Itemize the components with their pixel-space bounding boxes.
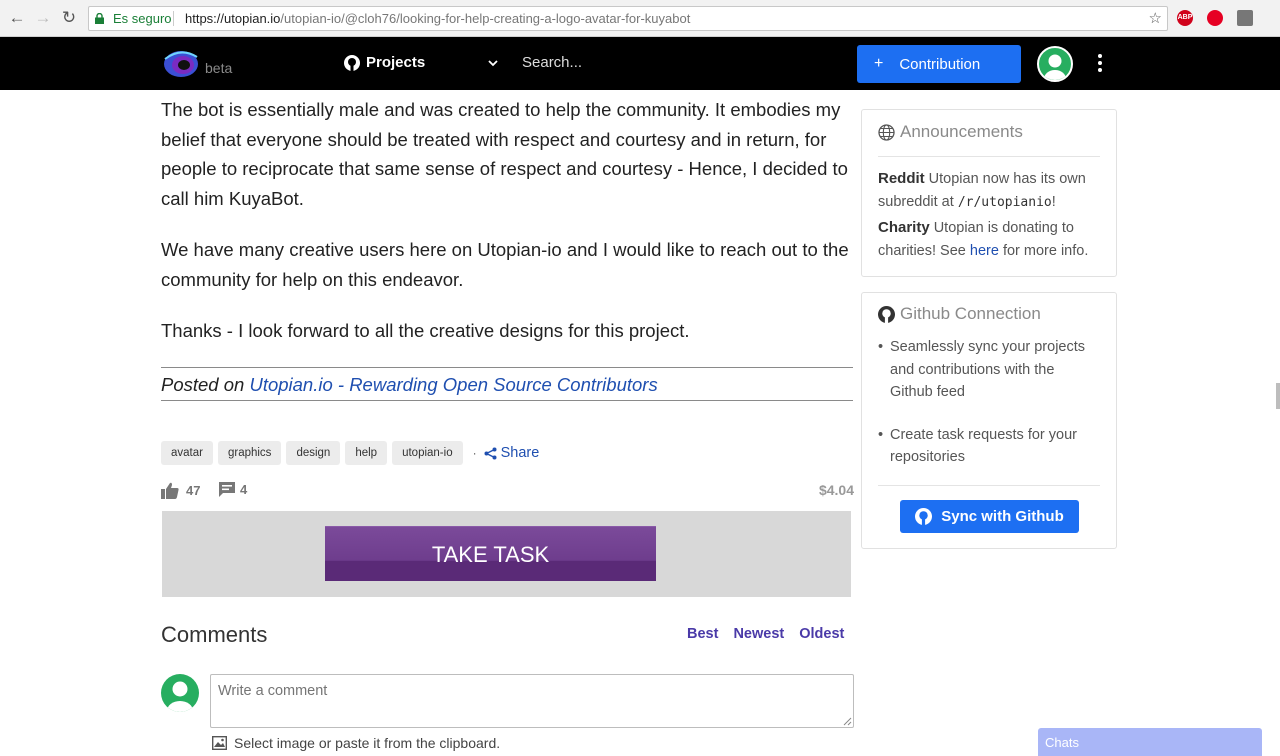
tag-graphics[interactable]: graphics — [217, 441, 282, 465]
contribution-button[interactable]: + Contribution — [857, 45, 1021, 83]
contribution-label: Contribution — [899, 55, 981, 73]
share-icon — [484, 447, 497, 459]
plus-icon: + — [874, 55, 884, 72]
share-button[interactable]: Share — [484, 445, 539, 461]
chats-tab[interactable]: Chats — [1038, 728, 1262, 756]
back-icon[interactable]: ← — [8, 9, 26, 27]
projects-label: Projects — [366, 54, 426, 71]
utopian-logo-icon[interactable] — [161, 47, 203, 81]
scrollbar-thumb[interactable] — [1276, 383, 1280, 409]
forward-icon[interactable]: → — [34, 9, 52, 27]
bookmark-star-icon[interactable]: ☆ — [1149, 7, 1162, 30]
tag-separator: · — [472, 446, 477, 460]
secure-label: Es seguro — [113, 11, 172, 26]
thumbs-up-icon — [161, 482, 179, 499]
article-paragraph: The bot is essentially male and was crea… — [161, 99, 848, 209]
reload-icon[interactable]: ↻ — [60, 9, 78, 27]
sort-oldest[interactable]: Oldest — [799, 626, 844, 642]
github-icon — [915, 508, 933, 525]
commenter-avatar — [161, 674, 199, 712]
comment-icon — [219, 482, 235, 497]
post-stats: 47 4 $4.04 — [161, 482, 855, 504]
tag-help[interactable]: help — [345, 441, 388, 465]
sync-github-button[interactable]: Sync with Github — [900, 500, 1079, 533]
image-upload-hint[interactable]: Select image or paste it from the clipbo… — [212, 735, 500, 751]
github-connection-card: Github Connection Seamlessly sync your p… — [861, 292, 1117, 549]
tag-design[interactable]: design — [286, 441, 341, 465]
projects-menu[interactable]: Projects — [344, 54, 425, 71]
article-paragraph: Thanks - I look forward to all the creat… — [161, 320, 690, 341]
article-body: The bot is essentially male and was crea… — [161, 95, 855, 368]
more-options-icon[interactable] — [1097, 54, 1103, 74]
chevron-down-icon[interactable] — [487, 57, 499, 69]
sort-newest[interactable]: Newest — [733, 626, 784, 642]
image-icon — [212, 736, 227, 750]
comment-count[interactable]: 4 — [219, 482, 247, 497]
list-item: Create task requests for your repositori… — [878, 424, 1100, 469]
resize-handle-icon[interactable] — [843, 717, 852, 726]
address-bar[interactable]: Es seguro https://utopian.io/utopian-io/… — [88, 6, 1168, 31]
comment-sort-tabs: Best Newest Oldest — [687, 626, 844, 642]
tag-utopian-io[interactable]: utopian-io — [392, 441, 463, 465]
payout-value[interactable]: $4.04 — [819, 482, 854, 498]
url-text: https://utopian.io/utopian-io/@cloh76/lo… — [185, 11, 691, 26]
list-item: Seamlessly sync your projects and contri… — [878, 336, 1100, 404]
comments-heading: Comments — [161, 622, 268, 647]
globe-icon — [878, 123, 895, 141]
take-task-button[interactable]: TAKE TASK — [325, 526, 656, 581]
github-connection-title: Github Connection — [878, 304, 1041, 324]
announcement-reddit: Reddit Utopian now has its own subreddit … — [878, 170, 1086, 210]
extension-icon[interactable] — [1237, 10, 1253, 26]
comment-input[interactable] — [210, 674, 854, 728]
sort-best[interactable]: Best — [687, 626, 718, 642]
github-icon — [344, 54, 360, 71]
tag-avatar[interactable]: avatar — [161, 441, 213, 465]
like-button[interactable]: 47 — [161, 482, 200, 499]
task-panel: TAKE TASK — [162, 511, 851, 597]
pinterest-icon[interactable] — [1207, 10, 1223, 26]
tag-list: avatar graphics design help utopian-io ·… — [161, 441, 539, 465]
site-header: beta Projects Search... + Contribution — [0, 37, 1280, 90]
utopian-link[interactable]: Utopian.io - Rewarding Open Source Contr… — [249, 374, 657, 395]
beta-label: beta — [205, 60, 233, 76]
posted-on-footer: Posted on Utopian.io - Rewarding Open So… — [161, 367, 853, 401]
search-input[interactable]: Search... — [522, 54, 582, 71]
announcements-card: Announcements Reddit Utopian now has its … — [861, 109, 1117, 277]
browser-toolbar: ← → ↻ Es seguro https://utopian.io/utopi… — [0, 0, 1280, 37]
user-avatar[interactable] — [1037, 46, 1073, 82]
github-icon — [878, 305, 895, 323]
announcement-charity: Charity Utopian is donating to charities!… — [878, 219, 1089, 259]
article-paragraph: We have many creative users here on Utop… — [161, 239, 849, 290]
lock-icon — [95, 13, 104, 24]
subreddit-link[interactable]: /r/utopianio — [958, 195, 1052, 210]
announcements-title: Announcements — [878, 122, 1023, 142]
charity-here-link[interactable]: here — [970, 243, 999, 259]
github-feature-list: Seamlessly sync your projects and contri… — [878, 336, 1100, 489]
adblock-icon[interactable]: ABP — [1177, 10, 1193, 26]
